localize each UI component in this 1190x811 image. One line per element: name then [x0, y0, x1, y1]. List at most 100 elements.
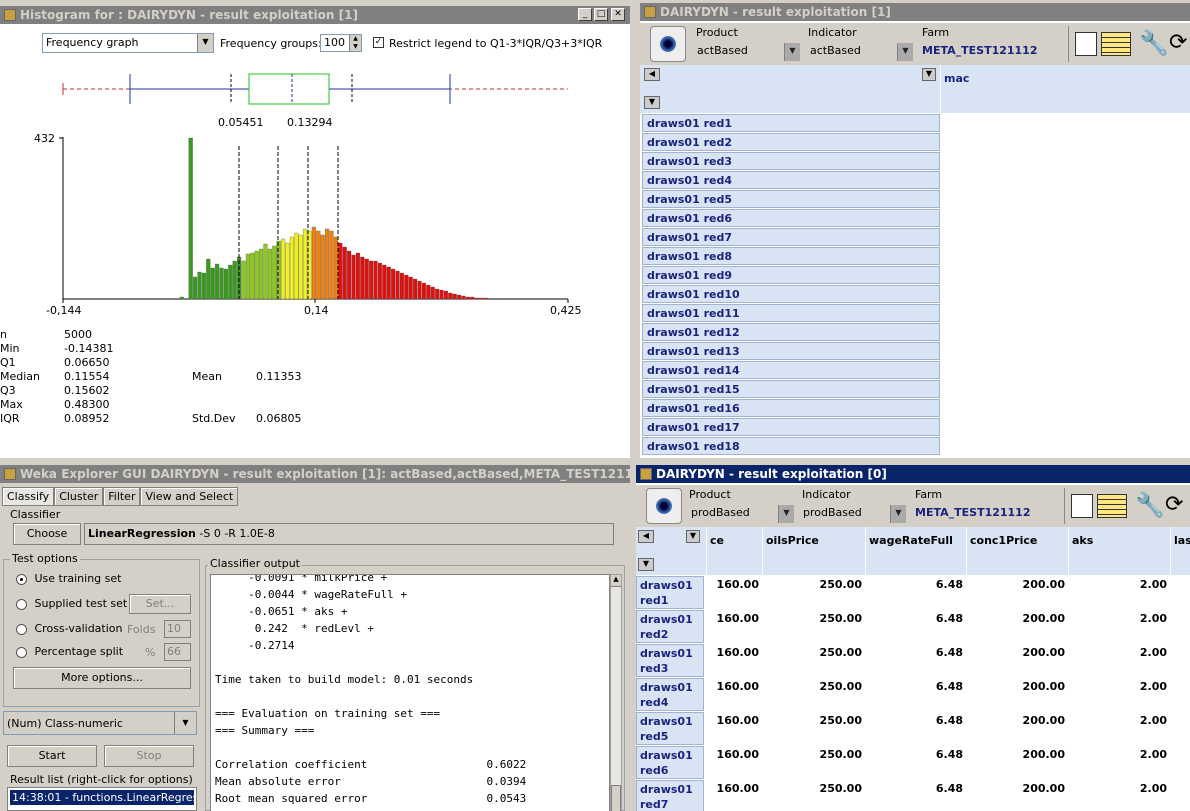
refresh-icon[interactable]: ⟳: [1165, 492, 1183, 518]
table-cell[interactable]: 200.00: [966, 680, 1065, 693]
table-cell[interactable]: 160.00: [706, 612, 759, 625]
document-icon[interactable]: [1075, 32, 1097, 56]
output-scrollbar[interactable]: ▲: [610, 574, 622, 811]
table-cell[interactable]: 160.00: [706, 646, 759, 659]
table-cell[interactable]: 250.00: [762, 646, 862, 659]
choose-button[interactable]: Choose: [13, 523, 81, 545]
table-cell[interactable]: 250.00: [762, 748, 862, 761]
table-cell[interactable]: 6.48: [865, 714, 963, 727]
table-cell[interactable]: 200.00: [966, 646, 1065, 659]
sort-down-icon[interactable]: ▼: [638, 558, 654, 571]
table-cell[interactable]: 2.00: [1068, 646, 1167, 659]
document-icon[interactable]: [1071, 494, 1093, 518]
filter-icon[interactable]: ▼: [686, 530, 700, 543]
refresh-icon[interactable]: ⟳: [1169, 30, 1187, 56]
table-export-icon[interactable]: [1101, 32, 1131, 56]
filter-icon[interactable]: ▼: [922, 68, 936, 81]
table-cell[interactable]: 6.48: [865, 680, 963, 693]
table-cell[interactable]: 250.00: [762, 782, 862, 795]
row-header[interactable]: draws01 red6: [642, 209, 940, 227]
histogram-titlebar[interactable]: Histogram for : DAIRYDYN - result exploi…: [0, 6, 630, 24]
table-cell[interactable]: 6.48: [865, 748, 963, 761]
weka-titlebar[interactable]: Weka Explorer GUI DAIRYDYN - result expl…: [0, 465, 630, 483]
table-cell[interactable]: 160.00: [706, 748, 759, 761]
row-header[interactable]: draws01 red7: [642, 228, 940, 246]
row-header[interactable]: draws01 red17: [642, 418, 940, 436]
row-header[interactable]: draws01 red13: [642, 342, 940, 360]
stop-button[interactable]: Stop: [104, 745, 194, 767]
start-button[interactable]: Start: [7, 745, 97, 767]
table-cell[interactable]: 200.00: [966, 714, 1065, 727]
class-select[interactable]: (Num) Class-numeric ▼: [3, 711, 197, 735]
table-cell[interactable]: 250.00: [762, 714, 862, 727]
folds-field[interactable]: 10: [164, 620, 191, 638]
table-cell[interactable]: 200.00: [966, 612, 1065, 625]
tab-filter[interactable]: Filter: [103, 487, 141, 506]
dairydyn0-titlebar[interactable]: DAIRYDYN - result exploitation [0]: [636, 465, 1190, 483]
table-cell[interactable]: 200.00: [966, 578, 1065, 591]
row-header[interactable]: draws01 red9: [642, 266, 940, 284]
table-cell[interactable]: 200.00: [966, 782, 1065, 795]
row-header[interactable]: draws01 red2: [636, 610, 704, 643]
column-header[interactable]: last: [1170, 527, 1190, 575]
tab-cluster[interactable]: Cluster: [54, 487, 104, 506]
tab-view-select[interactable]: View and Select: [140, 487, 239, 506]
row-header[interactable]: draws01 red15: [642, 380, 940, 398]
row-header[interactable]: draws01 red2: [642, 133, 940, 151]
column-header[interactable]: ce: [706, 527, 762, 575]
farm-value[interactable]: META_TEST121112: [922, 44, 1038, 57]
radio-split[interactable]: Percentage split: [16, 645, 123, 658]
eye-icon[interactable]: [650, 26, 686, 62]
tab-classify[interactable]: Classify: [2, 487, 55, 506]
radio-training[interactable]: Use training set: [16, 572, 121, 585]
scroll-thumb[interactable]: [611, 785, 621, 811]
table-cell[interactable]: 6.48: [865, 612, 963, 625]
row-header[interactable]: draws01 red16: [642, 399, 940, 417]
indicator-select[interactable]: prodBased ▼: [800, 505, 906, 523]
more-options-button[interactable]: More options...: [13, 667, 191, 689]
row-header[interactable]: draws01 red7: [636, 780, 704, 811]
table-cell[interactable]: 2.00: [1068, 578, 1167, 591]
collapse-icon[interactable]: ◀: [644, 68, 660, 81]
column-header[interactable]: wageRateFull: [865, 527, 966, 575]
product-select[interactable]: actBased ▼: [694, 43, 800, 61]
groups-spinner[interactable]: 100 ▲ ▼: [320, 34, 362, 52]
row-header[interactable]: draws01 red3: [636, 644, 704, 677]
table-cell[interactable]: 2.00: [1068, 782, 1167, 795]
row-header[interactable]: draws01 red5: [642, 190, 940, 208]
minimize-icon[interactable]: _: [578, 8, 592, 21]
collapse-icon[interactable]: ◀: [638, 530, 654, 543]
table-cell[interactable]: 160.00: [706, 782, 759, 795]
column-header[interactable]: conc1Price: [966, 527, 1068, 575]
column-header[interactable]: oilsPrice: [762, 527, 865, 575]
wrench-icon[interactable]: 🔧: [1135, 492, 1165, 518]
table-cell[interactable]: 2.00: [1068, 748, 1167, 761]
table-cell[interactable]: 2.00: [1068, 680, 1167, 693]
table-export-icon[interactable]: [1097, 494, 1127, 518]
row-header[interactable]: draws01 red5: [636, 712, 704, 745]
table-cell[interactable]: 250.00: [762, 680, 862, 693]
table-cell[interactable]: 6.48: [865, 646, 963, 659]
table-cell[interactable]: 200.00: [966, 748, 1065, 761]
table-cell[interactable]: 2.00: [1068, 612, 1167, 625]
radio-supplied[interactable]: Supplied test set: [16, 597, 127, 610]
product-select[interactable]: prodBased ▼: [688, 505, 794, 523]
table-cell[interactable]: 6.48: [865, 782, 963, 795]
table-cell[interactable]: 2.00: [1068, 714, 1167, 727]
row-header[interactable]: draws01 red1: [636, 576, 704, 609]
scroll-up-icon[interactable]: ▲: [611, 575, 621, 587]
farm-value[interactable]: META_TEST121112: [915, 506, 1031, 519]
result-list-item[interactable]: 14:38:01 - functions.LinearRegression: [10, 790, 194, 805]
row-header[interactable]: draws01 red4: [642, 171, 940, 189]
row-header[interactable]: draws01 red8: [642, 247, 940, 265]
classifier-field[interactable]: LinearRegression -S 0 -R 1.0E-8: [84, 523, 614, 545]
column-header-mac[interactable]: mac: [940, 65, 1190, 113]
indicator-select[interactable]: actBased ▼: [807, 43, 913, 61]
row-header[interactable]: draws01 red12: [642, 323, 940, 341]
row-header[interactable]: draws01 red14: [642, 361, 940, 379]
dairydyn1-titlebar[interactable]: DAIRYDYN - result exploitation [1]: [640, 3, 1190, 21]
row-header[interactable]: draws01 red3: [642, 152, 940, 170]
row-header[interactable]: draws01 red4: [636, 678, 704, 711]
table-cell[interactable]: 250.00: [762, 578, 862, 591]
maximize-icon[interactable]: □: [594, 8, 608, 21]
